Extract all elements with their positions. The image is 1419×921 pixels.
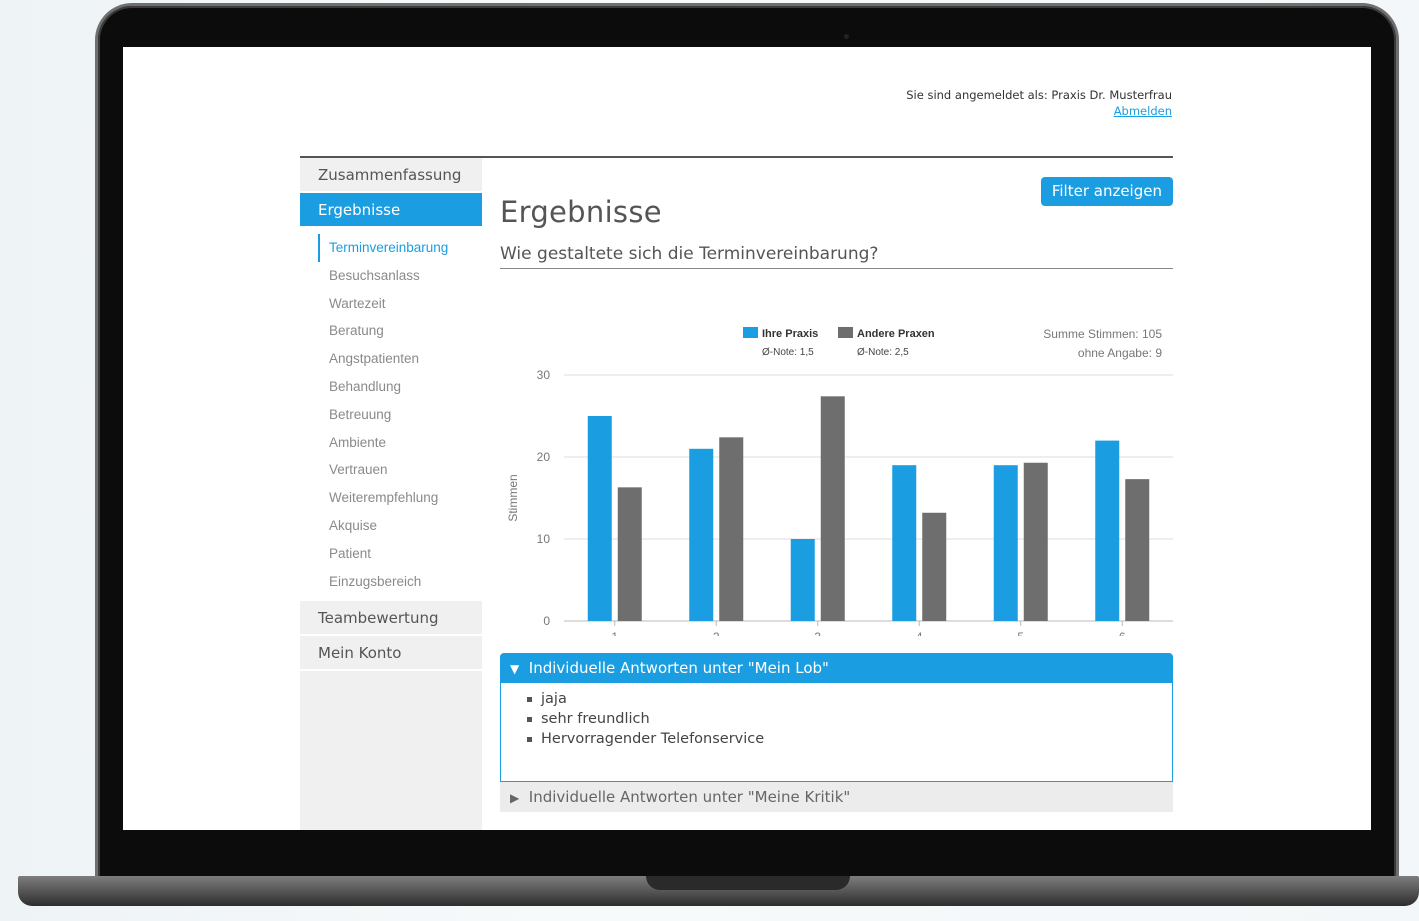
x-tick-label: 2 [713, 630, 720, 636]
bar-ihre-praxis [587, 416, 612, 621]
sidebar-subitem-patient[interactable]: Patient [300, 540, 482, 568]
sidebar-subitem-angstpatienten[interactable]: Angstpatienten [300, 345, 482, 373]
legend-note: Ø-Note: 2,5 [857, 347, 909, 358]
bar-andere-praxen [719, 437, 744, 621]
sidebar-subitem-besuchsanlass[interactable]: Besuchsanlass [300, 262, 482, 290]
sidebar-submenu: Terminvereinbarung Besuchsanlass Warteze… [300, 228, 482, 602]
sidebar-item-teambewertung[interactable]: Teambewertung [300, 601, 482, 637]
legend-swatch [743, 327, 758, 338]
accordion-praise-body: jaja sehr freundlich Hervorragender Tele… [500, 683, 1173, 782]
question-heading: Wie gestaltete sich die Terminvereinbaru… [500, 244, 1173, 269]
sidebar-subitem-wartezeit[interactable]: Wartezeit [300, 290, 482, 318]
bar-andere-praxen [820, 396, 845, 621]
list-item: Hervorragender Telefonservice [525, 729, 1172, 749]
x-tick-label: 6 [1119, 630, 1126, 636]
x-tick-label: 1 [611, 630, 618, 636]
accordion-praise-header[interactable]: ▼ Individuelle Antworten unter "Mein Lob… [500, 653, 1173, 683]
accordion-praise-title: Individuelle Antworten unter "Mein Lob" [528, 659, 829, 677]
sidebar-subitem-beratung[interactable]: Beratung [300, 317, 482, 345]
list-item: jaja [525, 689, 1172, 709]
y-axis-label: Stimmen [506, 474, 520, 521]
sidebar-subitem-einzugsbereich[interactable]: Einzugsbereich [300, 568, 482, 596]
sidebar-subitem-akquise[interactable]: Akquise [300, 512, 482, 540]
list-item: sehr freundlich [525, 709, 1172, 729]
y-tick-label: 20 [537, 450, 551, 464]
bar-ihre-praxis [993, 465, 1018, 621]
bar-ihre-praxis [790, 539, 815, 621]
triangle-down-icon: ▼ [510, 662, 520, 676]
legend-label: Ihre Praxis [762, 328, 818, 340]
bar-ihre-praxis [892, 465, 917, 621]
sidebar: Zusammenfassung Ergebnisse Terminvereinb… [300, 158, 482, 830]
accordion-critique-title: Individuelle Antworten unter "Meine Krit… [528, 788, 851, 806]
sidebar-subitem-terminvereinbarung[interactable]: Terminvereinbarung [318, 234, 482, 262]
y-tick-label: 0 [543, 614, 550, 628]
total-votes-text: Summe Stimmen: 105 [1043, 327, 1162, 341]
sidebar-subitem-betreuung[interactable]: Betreuung [300, 401, 482, 429]
filter-button[interactable]: Filter anzeigen [1040, 177, 1173, 206]
sidebar-subitem-behandlung[interactable]: Behandlung [300, 373, 482, 401]
legend-note: Ø-Note: 1,5 [762, 347, 814, 358]
x-tick-label: 3 [814, 630, 821, 636]
logged-in-text: Sie sind angemeldet als: Praxis Dr. Must… [906, 88, 1172, 102]
bar-chart: 0102030Stimmen123456SchulnoteIhre Praxis… [506, 327, 1173, 666]
user-info: Sie sind angemeldet als: Praxis Dr. Must… [906, 87, 1172, 119]
x-tick-label: 5 [1017, 630, 1024, 636]
sidebar-item-zusammenfassung[interactable]: Zusammenfassung [300, 158, 482, 193]
logout-link[interactable]: Abmelden [1114, 103, 1172, 119]
bar-ihre-praxis [1095, 440, 1120, 621]
chart-container: 0102030Stimmen123456SchulnoteIhre Praxis… [500, 276, 1173, 666]
page-title: Ergebnisse [500, 195, 662, 230]
no-answer-text: ohne Angabe: 9 [1078, 346, 1162, 360]
sidebar-item-mein-konto[interactable]: Mein Konto [300, 636, 482, 672]
y-tick-label: 30 [537, 368, 551, 382]
sidebar-subitem-ambiente[interactable]: Ambiente [300, 429, 482, 457]
bar-andere-praxen [1023, 462, 1048, 621]
bar-andere-praxen [617, 487, 642, 621]
sidebar-subitem-weiterempfehlung[interactable]: Weiterempfehlung [300, 484, 482, 512]
praise-list: jaja sehr freundlich Hervorragender Tele… [525, 689, 1172, 749]
bar-ihre-praxis [689, 448, 714, 621]
camera-icon [844, 34, 849, 39]
triangle-right-icon: ▶ [510, 791, 520, 805]
sidebar-subitem-vertrauen[interactable]: Vertrauen [300, 456, 482, 484]
accordion-critique-header[interactable]: ▶ Individuelle Antworten unter "Meine Kr… [500, 782, 1173, 812]
laptop-notch [646, 876, 850, 890]
answers-section: ▼ Individuelle Antworten unter "Mein Lob… [500, 653, 1173, 812]
sidebar-item-ergebnisse[interactable]: Ergebnisse [300, 193, 482, 228]
legend-swatch [838, 327, 853, 338]
x-tick-label: 4 [916, 630, 923, 636]
legend-label: Andere Praxen [857, 328, 935, 340]
bar-andere-praxen [922, 512, 947, 621]
app-screen: Sie sind angemeldet als: Praxis Dr. Must… [123, 47, 1371, 830]
bar-andere-praxen [1125, 479, 1150, 621]
y-tick-label: 10 [537, 532, 551, 546]
